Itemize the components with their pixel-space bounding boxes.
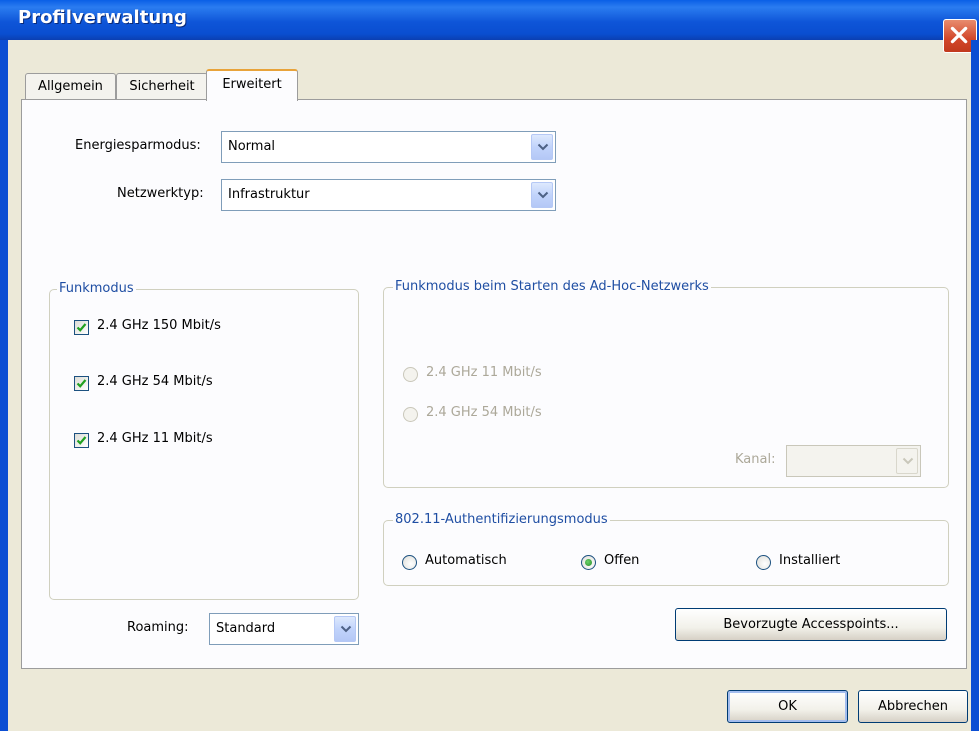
auth-mode-group-title: 802.11-Authentifizierungsmodus [393, 512, 610, 527]
chevron-down-icon [537, 191, 549, 199]
adhoc-54-radio[interactable] [403, 407, 418, 422]
radio-selected-dot [585, 559, 592, 566]
adhoc-54-label: 2.4 GHz 54 Mbit/s [426, 405, 542, 420]
network-type-label: Netzwerktyp: [117, 186, 204, 201]
mode-150-label: 2.4 GHz 150 Mbit/s [97, 318, 221, 333]
roaming-dropdown-button[interactable] [334, 616, 356, 642]
window-border-right [971, 40, 979, 731]
tab-erweitert[interactable]: Erweitert [206, 69, 298, 101]
channel-dropdown-button[interactable] [896, 448, 918, 474]
auth-installed-label: Installiert [779, 553, 841, 568]
chevron-down-icon [537, 143, 549, 151]
mode-150-checkbox[interactable] [74, 320, 89, 335]
roaming-dropdown[interactable]: Standard [209, 613, 359, 645]
auth-open-label: Offen [604, 553, 640, 568]
roaming-value: Standard [216, 621, 276, 636]
adhoc-11-radio[interactable] [403, 367, 418, 382]
checkmark-icon [76, 379, 87, 388]
network-type-dropdown[interactable]: Infrastruktur [221, 179, 556, 211]
roaming-label: Roaming: [127, 620, 189, 635]
network-type-dropdown-button[interactable] [531, 182, 553, 208]
cancel-button[interactable]: Abbrechen [858, 690, 968, 723]
mode-54-label: 2.4 GHz 54 Mbit/s [97, 374, 213, 389]
tab-sicherheit[interactable]: Sicherheit [116, 73, 208, 99]
auth-open-radio[interactable] [581, 555, 596, 570]
power-mode-dropdown[interactable]: Normal [221, 131, 556, 163]
channel-dropdown[interactable] [786, 445, 921, 477]
mode-11-checkbox[interactable] [74, 433, 89, 448]
title-bar[interactable]: Profilverwaltung [0, 0, 979, 53]
mode-54-checkbox[interactable] [74, 376, 89, 391]
mode-11-label: 2.4 GHz 11 Mbit/s [97, 431, 213, 446]
power-mode-value: Normal [228, 139, 276, 154]
power-mode-dropdown-button[interactable] [531, 134, 553, 160]
tab-allgemein[interactable]: Allgemein [25, 73, 116, 99]
radio-mode-group-title: Funkmodus [57, 281, 136, 296]
auth-automatic-radio[interactable] [402, 555, 417, 570]
window-title: Profilverwaltung [18, 7, 187, 28]
auth-automatic-label: Automatisch [425, 553, 507, 568]
ok-button[interactable]: OK [727, 690, 848, 723]
power-mode-label: Energiesparmodus: [75, 138, 201, 153]
chevron-down-icon [340, 625, 352, 633]
preferred-accesspoints-button[interactable]: Bevorzugte Accesspoints... [675, 608, 947, 641]
adhoc-11-label: 2.4 GHz 11 Mbit/s [426, 365, 542, 380]
checkmark-icon [76, 323, 87, 332]
checkmark-icon [76, 436, 87, 445]
chevron-down-icon [902, 457, 914, 465]
window-border-left [0, 40, 8, 731]
auth-installed-radio[interactable] [756, 555, 771, 570]
profile-manager-dialog: Profilverwaltung Allgemein Sicherheit Er… [0, 0, 979, 731]
network-type-value: Infrastruktur [228, 187, 310, 202]
adhoc-mode-group-title: Funkmodus beim Starten des Ad-Hoc-Netzwe… [393, 279, 711, 294]
channel-label: Kanal: [735, 452, 776, 467]
